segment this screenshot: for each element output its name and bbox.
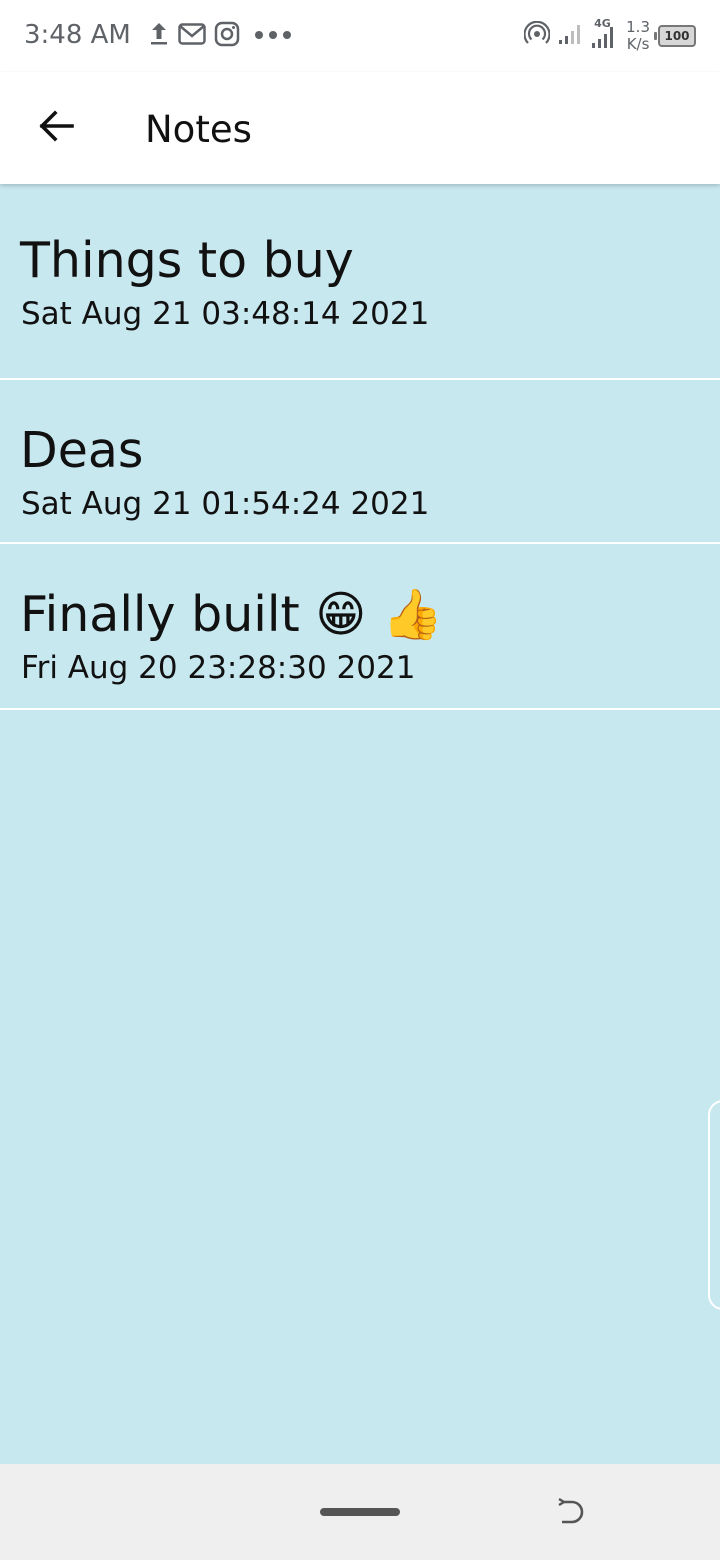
note-title: Things to buy	[20, 232, 354, 289]
page-title: Notes	[145, 108, 252, 151]
network-speed-unit: K/s	[626, 35, 650, 53]
note-item[interactable]: Finally built 😁 👍 Fri Aug 20 23:28:30 20…	[0, 544, 720, 710]
note-title: Deas	[20, 422, 144, 479]
network-speed: 1.3 K/s	[626, 19, 650, 53]
app-bar: Notes	[0, 72, 720, 184]
note-item[interactable]: Deas Sat Aug 21 01:54:24 2021	[0, 380, 720, 544]
gmail-icon	[178, 22, 206, 50]
edge-panel-handle[interactable]	[708, 1100, 720, 1310]
note-date: Fri Aug 20 23:28:30 2021	[21, 650, 416, 686]
arrow-left-icon	[38, 109, 74, 147]
instagram-icon	[214, 21, 240, 52]
signal-4g-icon: 4G	[590, 17, 618, 51]
note-date: Sat Aug 21 01:54:24 2021	[21, 486, 430, 522]
back-button[interactable]	[22, 94, 90, 162]
battery-level: 100	[664, 29, 690, 43]
notes-list: Things to buy Sat Aug 21 03:48:14 2021 D…	[0, 214, 720, 734]
navigation-bar	[0, 1464, 720, 1560]
status-right-icons: 4G 1.3 K/s 100	[523, 17, 696, 54]
upload-icon	[148, 21, 170, 52]
battery-icon: 100	[654, 25, 696, 47]
home-gesture-pill[interactable]	[320, 1508, 400, 1516]
status-left-icons	[148, 21, 292, 52]
signal-icon	[558, 23, 582, 50]
back-gesture-icon[interactable]	[556, 1496, 588, 1528]
hotspot-icon	[523, 20, 551, 52]
more-dots-icon	[254, 27, 292, 45]
note-title: Finally built 😁 👍	[20, 586, 443, 643]
note-date: Sat Aug 21 03:48:14 2021	[21, 296, 430, 332]
network-speed-value: 1.3	[626, 18, 650, 36]
note-item[interactable]: Things to buy Sat Aug 21 03:48:14 2021	[0, 190, 720, 380]
status-time: 3:48 AM	[24, 20, 131, 50]
status-bar: 3:48 AM 4G 1.3 K/s 100	[0, 0, 720, 72]
